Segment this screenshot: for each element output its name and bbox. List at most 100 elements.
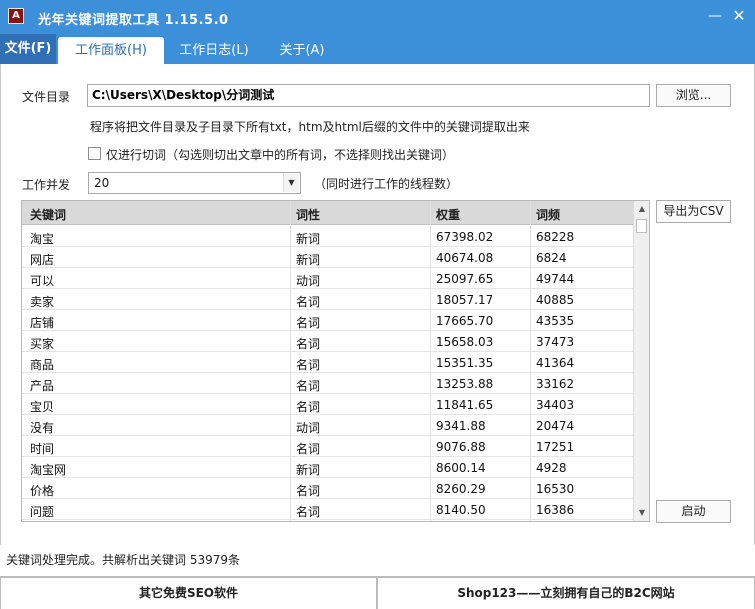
cell-weight: 8600.14 — [436, 461, 486, 475]
concurrency-value: 20 — [94, 176, 110, 190]
concurrency-label: 工作并发 — [22, 178, 71, 192]
cell-frequency: 41364 — [536, 356, 575, 370]
close-button[interactable]: ✕ — [728, 6, 750, 26]
menu-tab-bar: 文件(F) 工作面板(H) 工作日志(L) 关于(A) — [0, 34, 755, 64]
cell-frequency: 4928 — [536, 461, 567, 475]
cell-pos: 新词 — [296, 232, 321, 246]
cell-weight: 25097.65 — [436, 272, 494, 286]
table-row[interactable]: 卖家 名词 18057.17 40885 — [22, 289, 634, 310]
cell-frequency: 16530 — [536, 482, 575, 496]
split-only-checkbox[interactable] — [88, 147, 101, 160]
cell-frequency: 20474 — [536, 419, 575, 433]
cell-weight: 15351.35 — [436, 356, 494, 370]
cell-frequency: 68228 — [536, 230, 575, 244]
table-row[interactable]: 可以 动词 25097.65 49744 — [22, 268, 634, 289]
cell-keyword: 没有 — [30, 421, 55, 435]
cell-frequency: 43535 — [536, 314, 575, 328]
cell-keyword: 价格 — [30, 484, 55, 498]
browse-button[interactable]: 浏览... — [656, 84, 731, 107]
table-header: 关键词 词性 权重 词频 — [22, 201, 634, 225]
cell-keyword: 问题 — [30, 505, 55, 519]
table-row[interactable]: 买家 名词 15658.03 37473 — [22, 331, 634, 352]
cell-keyword: 店铺 — [30, 316, 55, 330]
cell-pos: 名词 — [296, 337, 321, 351]
cell-weight: 40674.08 — [436, 251, 494, 265]
title-bar: A 光年关键词提取工具 1.15.5.0 — ✕ — [0, 0, 755, 34]
tab-work-panel[interactable]: 工作面板(H) — [58, 37, 164, 64]
cell-pos: 新词 — [296, 463, 321, 477]
tab-work-log[interactable]: 工作日志(L) — [168, 37, 260, 64]
cell-pos: 名词 — [296, 505, 321, 519]
dir-label: 文件目录 — [22, 90, 71, 104]
cell-pos: 名词 — [296, 379, 321, 393]
column-header-frequency[interactable]: 词频 — [536, 206, 560, 223]
cell-frequency: 16386 — [536, 503, 575, 517]
split-only-label[interactable]: 仅进行切词（勾选则切出文章中的所有词，不选择则找出关键词） — [106, 146, 454, 163]
column-header-weight[interactable]: 权重 — [436, 206, 460, 223]
cell-keyword: 商品 — [30, 358, 55, 372]
concurrency-select[interactable]: 20 ▼ — [88, 172, 301, 194]
cell-keyword: 产品 — [30, 379, 55, 393]
table-row[interactable]: 时间 名词 9076.88 17251 — [22, 436, 634, 457]
table-row[interactable]: 网店 新词 40674.08 6824 — [22, 247, 634, 268]
cell-weight: 67398.02 — [436, 230, 494, 244]
cell-frequency: 6824 — [536, 251, 567, 265]
window-title: 光年关键词提取工具 1.15.5.0 — [38, 13, 229, 28]
table-row[interactable]: 宝贝 名词 11841.65 34403 — [22, 394, 634, 415]
export-csv-button[interactable]: 导出为CSV — [656, 200, 731, 223]
table-row[interactable]: 淘宝 新词 67398.02 68228 — [22, 226, 634, 247]
table-scrollbar[interactable]: ▲ ▼ — [633, 201, 649, 521]
cell-weight: 18057.17 — [436, 293, 494, 307]
cell-pos: 动词 — [296, 421, 321, 435]
cell-keyword: 买家 — [30, 337, 55, 351]
column-header-keyword[interactable]: 关键词 — [30, 206, 66, 223]
table-body: 淘宝 新词 67398.02 68228 网店 新词 40674.08 6824 可以 动词 250… — [22, 226, 634, 520]
cell-frequency: 33162 — [536, 377, 575, 391]
dir-input[interactable]: C:\Users\X\Desktop\分词测试 — [87, 84, 650, 107]
cell-pos: 名词 — [296, 442, 321, 456]
tab-about[interactable]: 关于(A) — [270, 37, 334, 64]
scroll-down-icon[interactable]: ▼ — [634, 505, 649, 521]
cell-pos: 名词 — [296, 400, 321, 414]
dir-hint: 程序将把文件目录及子目录下所有txt，htm及html后缀的文件中的关键词提取出… — [90, 120, 530, 134]
table-row[interactable]: 价格 名词 8260.29 16530 — [22, 478, 634, 499]
cell-weight: 13253.88 — [436, 377, 494, 391]
cell-frequency: 17251 — [536, 440, 575, 454]
table-row[interactable]: 产品 名词 13253.88 33162 — [22, 373, 634, 394]
cell-weight: 8140.50 — [436, 503, 486, 517]
cell-pos: 名词 — [296, 316, 321, 330]
cell-keyword: 宝贝 — [30, 400, 55, 414]
scroll-up-icon[interactable]: ▲ — [634, 201, 649, 217]
cell-keyword: 淘宝 — [30, 232, 55, 246]
table-row[interactable]: 问题 名词 8140.50 16386 — [22, 499, 634, 520]
cell-keyword: 淘宝网 — [30, 463, 67, 477]
table-row[interactable]: 淘宝网 新词 8600.14 4928 — [22, 457, 634, 478]
cell-weight: 11841.65 — [436, 398, 494, 412]
cell-weight: 8260.29 — [436, 482, 486, 496]
cell-weight: 9076.88 — [436, 440, 486, 454]
other-seo-tools-button[interactable]: 其它免费SEO软件 — [0, 577, 377, 609]
table-row[interactable]: 店铺 名词 17665.70 43535 — [22, 310, 634, 331]
table-row[interactable]: 没有 动词 9341.88 20474 — [22, 415, 634, 436]
shop123-button[interactable]: Shop123——立刻拥有自己的B2C网站 — [377, 577, 755, 609]
cell-frequency: 34403 — [536, 398, 575, 412]
cell-pos: 新词 — [296, 253, 321, 267]
cell-keyword: 时间 — [30, 442, 55, 456]
cell-weight: 17665.70 — [436, 314, 494, 328]
start-button[interactable]: 启动 — [656, 500, 731, 523]
minimize-button[interactable]: — — [704, 6, 726, 26]
chevron-down-icon[interactable]: ▼ — [283, 174, 299, 192]
table-row[interactable]: 商品 名词 15351.35 41364 — [22, 352, 634, 373]
cell-pos: 名词 — [296, 358, 321, 372]
cell-pos: 名词 — [296, 484, 321, 498]
cell-keyword: 网店 — [30, 253, 55, 267]
app-icon: A — [8, 8, 24, 24]
cell-weight: 15658.03 — [436, 335, 494, 349]
cell-pos: 名词 — [296, 295, 321, 309]
scroll-thumb[interactable] — [636, 219, 647, 233]
footer: 其它免费SEO软件 Shop123——立刻拥有自己的B2C网站 — [0, 576, 755, 609]
keyword-table: 关键词 词性 权重 词频 淘宝 新词 67398.02 68228 网店 新词 40674.… — [21, 200, 650, 522]
tab-file[interactable]: 文件(F) — [0, 34, 56, 64]
column-header-pos[interactable]: 词性 — [296, 206, 320, 223]
cell-keyword: 可以 — [30, 274, 55, 288]
